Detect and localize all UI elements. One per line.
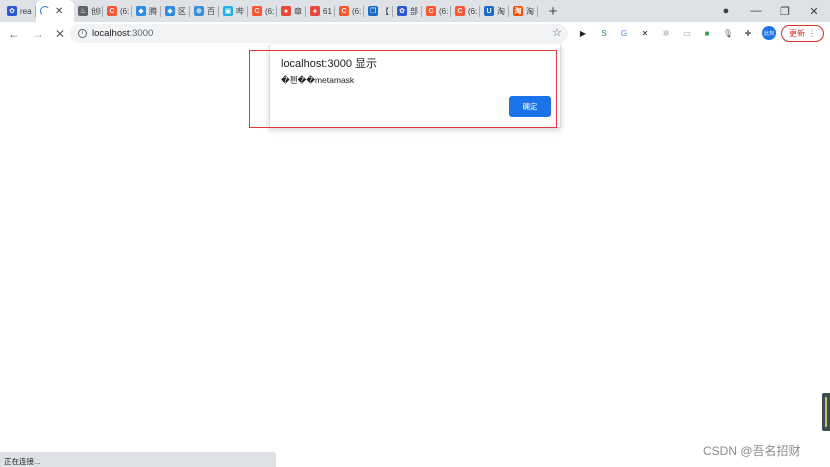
restore-icon[interactable]: ❐ xyxy=(771,0,799,22)
tab[interactable]: ⊕ 百 xyxy=(190,0,219,22)
tab[interactable]: ▣ 哔 xyxy=(219,0,248,22)
bookmark-star-icon[interactable]: ☆ xyxy=(552,26,562,39)
tab[interactable]: ❐ 【 xyxy=(364,0,393,22)
tab-title: 淘 xyxy=(497,6,505,16)
tencent-cloud-icon: ◆ xyxy=(165,6,175,16)
bilibili-icon: ▣ xyxy=(223,6,233,16)
tab-strip: ✿ rea ✕ ♨ 创l C (6: ◆ 腾 ◆ 区 ⊕ 百 ▣ 哔 C (6: ♠ 章 ♠ 61 C (6: ❐ 【✿ 部 C (6… xyxy=(0,0,830,22)
tab-title: (6: xyxy=(439,6,449,16)
color-extension-icon[interactable]: ■ xyxy=(701,27,713,39)
stop-loading-icon[interactable]: ✕ xyxy=(50,24,70,44)
url-text[interactable]: localhost:3000 xyxy=(92,28,153,39)
settings-extension-icon[interactable]: ✲ xyxy=(660,27,672,39)
tab-title: 区 xyxy=(178,6,186,16)
status-bar: 正在连接... xyxy=(0,452,276,467)
tab[interactable]: 淘淘 xyxy=(509,0,538,22)
tab-title: rea xyxy=(20,6,32,16)
tab[interactable]: C (6: xyxy=(248,0,277,22)
reader-extension-icon[interactable]: ▭ xyxy=(681,27,693,39)
tab-title: 【 xyxy=(381,6,389,16)
tab-title: (6: xyxy=(265,6,275,16)
microphone-extension-icon[interactable]: 🎙 xyxy=(722,27,734,39)
update-label: 更新 xyxy=(789,29,805,38)
loading-spinner-icon xyxy=(40,6,50,16)
x-extension-icon[interactable]: ✕ xyxy=(639,27,651,39)
watermark: CSDN @吾名招财 xyxy=(703,444,801,458)
play-extension-icon[interactable]: ▶ xyxy=(577,27,589,39)
flame-icon: ♠ xyxy=(281,6,291,16)
tab-title: 部 xyxy=(410,6,418,16)
tab[interactable]: ♨ 创l xyxy=(74,0,103,22)
tab-close-icon[interactable]: ✕ xyxy=(55,6,63,17)
tab[interactable]: ✿ 部 xyxy=(393,0,422,22)
tencent-cloud-icon: ◆ xyxy=(136,6,146,16)
tab[interactable]: ♠ 章 xyxy=(277,0,306,22)
annotation-highlight-box xyxy=(249,50,557,128)
side-widget-handle[interactable] xyxy=(822,393,830,431)
csdn-icon: C xyxy=(252,6,262,16)
tab[interactable]: ◆ 区 xyxy=(161,0,190,22)
flame-icon: ♠ xyxy=(310,6,320,16)
url-host: localhost xyxy=(92,28,130,39)
minimize-icon[interactable]: — xyxy=(742,0,770,22)
tab-title: (6: xyxy=(352,6,362,16)
address-bar[interactable]: i localhost:3000 ☆ xyxy=(70,24,568,43)
avatar[interactable]: 此刻 xyxy=(762,26,776,40)
puzzle-extension-icon[interactable]: ✚ xyxy=(742,27,754,39)
update-button[interactable]: 更新 ⋮ xyxy=(781,25,824,42)
tab[interactable]: C (6: xyxy=(103,0,132,22)
back-icon[interactable]: ← xyxy=(4,24,24,44)
tab-title: 章 xyxy=(294,6,302,16)
tab[interactable]: C (6: xyxy=(451,0,480,22)
tab-active[interactable]: ✕ xyxy=(36,0,74,22)
tab-title: (6: xyxy=(468,6,478,16)
more-menu-icon: ⋮ xyxy=(808,29,816,38)
paw-icon: ✿ xyxy=(397,6,407,16)
tab-title: 百 xyxy=(207,6,215,16)
tab-title: 淘 xyxy=(526,6,534,16)
u-icon: U xyxy=(484,6,494,16)
flask-icon: ♨ xyxy=(78,6,88,16)
tab[interactable]: C (6: xyxy=(335,0,364,22)
translate-extension-icon[interactable]: G xyxy=(618,27,630,39)
tab-title: 创l xyxy=(91,6,101,16)
csdn-icon: C xyxy=(107,6,117,16)
forward-icon[interactable]: → xyxy=(28,24,48,44)
paw-icon: ✿ xyxy=(7,6,17,16)
tab-title: (6: xyxy=(120,6,130,16)
tab[interactable]: ♠ 61 xyxy=(306,0,335,22)
tab[interactable]: ✿ rea xyxy=(0,0,36,22)
new-tab-icon[interactable]: + xyxy=(542,0,564,22)
s-extension-icon[interactable]: S xyxy=(598,27,610,39)
tab-title: 哔 xyxy=(236,6,244,16)
close-window-icon[interactable]: ✕ xyxy=(800,0,828,22)
tab[interactable]: U淘 xyxy=(480,0,509,22)
tab[interactable]: C (6: xyxy=(422,0,451,22)
csdn-icon: C xyxy=(426,6,436,16)
csdn-icon: C xyxy=(339,6,349,16)
globe-icon: ⊕ xyxy=(194,6,204,16)
tab-title: 腾 xyxy=(149,6,157,16)
site-info-icon[interactable]: i xyxy=(78,29,87,38)
csdn-icon: C xyxy=(455,6,465,16)
puzzle-icon: ❐ xyxy=(368,6,378,16)
tab[interactable]: ◆ 腾 xyxy=(132,0,161,22)
url-port: :3000 xyxy=(129,28,154,39)
taobao-icon: 淘 xyxy=(513,6,523,16)
browser-menu-icon[interactable]: ● xyxy=(712,0,740,22)
tab-title: 61 xyxy=(323,6,332,16)
